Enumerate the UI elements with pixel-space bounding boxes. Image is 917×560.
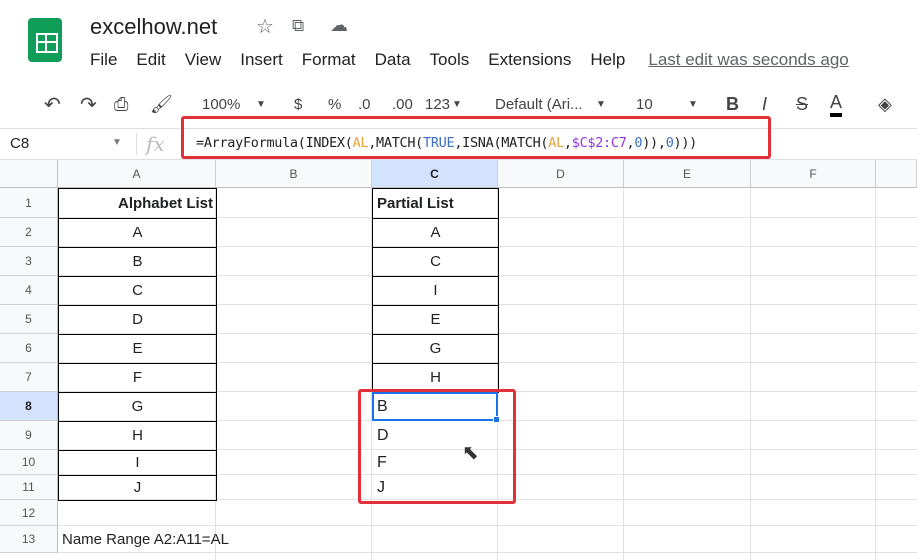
row-header-12[interactable]: 12 (0, 500, 58, 526)
row-header-5[interactable]: 5 (0, 305, 58, 334)
row-header-10[interactable]: 10 (0, 450, 58, 475)
menu-bar: File Edit View Insert Format Data Tools … (90, 50, 868, 70)
menu-insert[interactable]: Insert (240, 50, 283, 70)
cell-c4[interactable]: I (372, 276, 499, 306)
italic-button[interactable]: I (762, 94, 767, 115)
mouse-cursor-icon: ⬉ (462, 442, 479, 464)
undo-icon[interactable]: ↶ (44, 92, 61, 117)
chevron-down-icon[interactable]: ▼ (256, 99, 266, 110)
cell-a8[interactable]: G (58, 392, 217, 422)
cell-a9[interactable]: H (58, 421, 217, 451)
chevron-down-icon[interactable]: ▼ (452, 99, 462, 110)
chevron-down-icon[interactable]: ▼ (688, 99, 698, 110)
cloud-status-icon[interactable]: ☁ (330, 15, 348, 36)
menu-edit[interactable]: Edit (136, 50, 165, 70)
menu-data[interactable]: Data (375, 50, 411, 70)
chevron-down-icon[interactable]: ▼ (596, 99, 606, 110)
strikethrough-button[interactable]: S (796, 94, 808, 115)
note-cell[interactable]: Name Range A2:A11=AL (62, 526, 229, 553)
sheets-logo[interactable] (28, 18, 62, 62)
cell-a5[interactable]: D (58, 305, 217, 335)
paint-format-icon[interactable]: 🖌 (150, 94, 173, 115)
row-header-6[interactable]: 6 (0, 334, 58, 363)
row-header-11[interactable]: 11 (0, 475, 58, 500)
bold-button[interactable]: B (726, 94, 739, 115)
row-header-9[interactable]: 9 (0, 421, 58, 450)
last-edit-link[interactable]: Last edit was seconds ago (648, 50, 848, 70)
cell-a2[interactable]: A (58, 218, 217, 248)
menu-tools[interactable]: Tools (430, 50, 470, 70)
column-header-a[interactable]: A (58, 160, 216, 188)
row-header-2[interactable]: 2 (0, 218, 58, 247)
menu-help[interactable]: Help (590, 50, 625, 70)
chevron-down-icon[interactable]: ▼ (112, 137, 122, 148)
column-header-d[interactable]: D (498, 160, 624, 188)
cell-a4[interactable]: C (58, 276, 217, 306)
column-header-f[interactable]: F (751, 160, 876, 188)
cell-c6[interactable]: G (372, 334, 499, 364)
cell-a7[interactable]: F (58, 363, 217, 393)
decrease-decimal-button[interactable]: .0 (358, 96, 371, 113)
column-header-g[interactable] (876, 160, 917, 188)
percent-button[interactable]: % (328, 96, 341, 113)
menu-extensions[interactable]: Extensions (488, 50, 571, 70)
zoom-select[interactable]: 100% (202, 96, 240, 113)
column-header-e[interactable]: E (624, 160, 751, 188)
row-header-7[interactable]: 7 (0, 363, 58, 392)
fill-color-icon[interactable]: ◈ (878, 94, 892, 115)
cell-c2[interactable]: A (372, 218, 499, 248)
row-header-13[interactable]: 13 (0, 526, 58, 553)
fx-icon: fx (146, 132, 165, 156)
row-header-1[interactable]: 1 (0, 188, 58, 218)
cell-c3[interactable]: C (372, 247, 499, 277)
cell-a10[interactable]: I (58, 450, 217, 476)
document-title[interactable]: excelhow.net (90, 14, 217, 40)
increase-decimal-button[interactable]: .00 (392, 96, 413, 113)
cell-a3[interactable]: B (58, 247, 217, 277)
menu-format[interactable]: Format (302, 50, 356, 70)
cell-c5[interactable]: E (372, 305, 499, 335)
name-box[interactable]: C8 (10, 135, 29, 152)
column-header-c[interactable]: C (372, 160, 498, 188)
font-size-select[interactable]: 10 (636, 96, 653, 113)
print-icon[interactable]: ⎙ (114, 94, 128, 115)
redo-icon[interactable]: ↷ (80, 92, 97, 117)
number-format-button[interactable]: 123 (425, 96, 450, 113)
row-header-4[interactable]: 4 (0, 276, 58, 305)
formula-highlight-box (181, 116, 771, 159)
select-all-corner[interactable] (0, 160, 58, 188)
text-color-button[interactable]: A (830, 92, 843, 117)
cell-a6[interactable]: E (58, 334, 217, 364)
font-select[interactable]: Default (Ari... (495, 96, 583, 113)
cell-c1[interactable]: Partial List (372, 188, 499, 219)
cell-a11[interactable]: J (58, 475, 217, 501)
row-header-8[interactable]: 8 (0, 392, 58, 421)
column-header-b[interactable]: B (216, 160, 372, 188)
currency-button[interactable]: $ (294, 96, 302, 113)
result-highlight-box (358, 389, 516, 504)
star-icon[interactable]: ☆ (256, 14, 274, 39)
menu-view[interactable]: View (185, 50, 222, 70)
menu-file[interactable]: File (90, 50, 117, 70)
row-header-3[interactable]: 3 (0, 247, 58, 276)
cell-a1[interactable]: Alphabet List (58, 188, 217, 219)
move-folder-icon[interactable]: ⧉ (292, 16, 304, 36)
